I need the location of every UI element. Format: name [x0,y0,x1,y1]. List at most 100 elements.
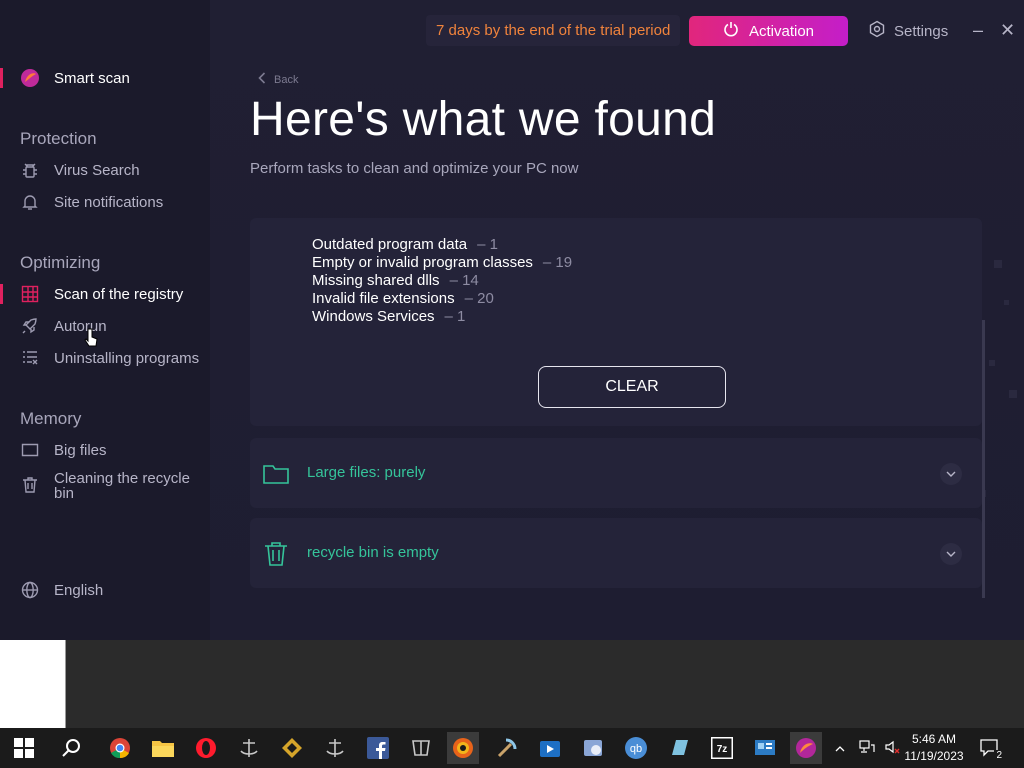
media-app-icon[interactable] [534,732,566,764]
recycle-bin-row[interactable]: recycle bin is empty [250,518,982,588]
issue-count: – 1 [477,236,498,253]
rocket-icon [20,316,40,336]
sidebar-item-label: Scan of the registry [54,285,184,303]
photo-app-icon[interactable] [577,732,609,764]
chevron-down-icon[interactable] [940,463,962,485]
page-subtitle: Perform tasks to clean and optimize your… [250,160,579,177]
desktop-area [0,640,1024,728]
sidebar-item-smart-scan[interactable]: Smart scan [20,68,130,88]
clear-button[interactable]: CLEAR [538,366,726,408]
back-link[interactable]: Back [258,72,298,87]
large-files-row[interactable]: Large files: purely [250,438,982,508]
system-tray [832,728,906,768]
notes-app-icon[interactable] [663,732,695,764]
sidebar-item-cleaning-recycle-bin[interactable]: Cleaning the recycle bin [20,471,190,501]
sidebar-item-big-files[interactable]: Big files [20,440,107,460]
facebook-icon[interactable] [362,732,394,764]
page-title: Here's what we found [250,93,717,146]
issue-name: Invalid file extensions [312,290,455,307]
world-of-warships-2-icon[interactable] [319,732,351,764]
sidebar-item-label: Big files [54,441,107,459]
registry-results-card: Outdated program data – 1 Empty or invali… [250,218,982,426]
windows-start-icon[interactable] [8,732,40,764]
issue-count: – 19 [542,254,573,271]
back-label: Back [274,73,299,86]
sidebar-item-label: Uninstalling programs [54,349,200,367]
issue-row: Outdated program data – 1 [312,236,572,254]
sidebar-item-uninstalling-programs[interactable]: Uninstalling programs [20,348,199,368]
language-label: English [54,581,104,599]
control-panel-icon[interactable] [749,732,781,764]
issue-row: Missing shared dlls – 14 [312,272,572,290]
notification-center-icon[interactable]: 2 [974,732,1006,764]
game-app-icon[interactable] [276,732,308,764]
trash-icon [20,475,40,495]
folder-icon [20,440,40,460]
svg-text:qb: qb [630,743,642,755]
chevron-down-icon[interactable] [940,543,962,565]
cleaner-app-icon[interactable] [790,732,822,764]
issue-name: Missing shared dlls [312,272,440,289]
issue-name: Empty or invalid program classes [312,254,533,271]
clock[interactable]: 5:46 AM 11/19/2023 [902,731,966,765]
clock-date: 11/19/2023 [904,749,964,763]
issue-row: Windows Services – 1 [312,308,572,326]
globe-icon [20,580,40,600]
network-icon[interactable] [854,739,880,757]
chevron-left-icon [258,72,266,87]
label-line: Cleaning the recycle [54,470,190,487]
pickaxe-app-icon[interactable] [491,732,523,764]
minimize-button[interactable]: – [973,20,983,40]
app-logo-icon [20,68,40,88]
sidebar-item-label: Cleaning the recycle bin [54,471,190,501]
settings-label: Settings [894,22,949,40]
activation-label: Activation [748,22,815,40]
issue-name: Windows Services [312,308,435,325]
issue-row: Invalid file extensions – 20 [312,290,572,308]
file-explorer-icon[interactable] [147,732,179,764]
registry-grid-icon [20,284,40,304]
qbittorrent-icon[interactable]: qb [620,732,652,764]
sidebar-item-label: Site notifications [54,193,164,211]
trial-notice[interactable]: 7 days by the end of the trial period [426,15,681,46]
issue-list: Outdated program data – 1 Empty or invali… [312,236,572,326]
issue-count: – 20 [464,290,494,307]
background-window [0,640,66,728]
section-heading-optimizing: Optimizing [20,253,101,272]
close-button[interactable]: ✕ [1000,20,1015,40]
issue-name: Outdated program data [312,236,468,253]
7zip-icon[interactable]: 7z [706,732,738,764]
issue-count: – 14 [449,272,479,289]
search-icon[interactable] [56,732,88,764]
world-of-tanks-icon[interactable] [405,732,437,764]
browser-app-icon[interactable] [447,732,479,764]
power-icon [723,21,739,41]
scrollbar[interactable] [982,320,985,598]
app-window: Smart scan Protection Virus Search Site … [0,0,1024,640]
clock-time: 5:46 AM [911,732,957,746]
issue-row: Empty or invalid program classes – 19 [312,254,572,272]
trash-icon [262,540,290,568]
sidebar-item-scan-registry[interactable]: Scan of the registry [20,284,183,304]
notification-badge: 2 [994,750,1004,761]
large-files-label: Large files: purely [307,464,426,481]
settings-button[interactable]: Settings [868,20,948,42]
chevron-up-icon[interactable] [832,741,848,755]
section-heading-protection: Protection [20,129,97,148]
sidebar-item-virus-search[interactable]: Virus Search [20,160,140,180]
list-remove-icon [20,348,40,368]
chrome-icon[interactable] [104,732,136,764]
issue-count: – 1 [444,308,466,325]
language-selector[interactable]: English [20,580,103,600]
mouse-cursor-icon [84,328,98,347]
svg-text:7z: 7z [717,744,728,755]
sidebar: Smart scan Protection Virus Search Site … [0,0,210,640]
section-heading-memory: Memory [20,409,82,428]
world-of-warships-icon[interactable] [233,732,265,764]
sidebar-item-label: Smart scan [54,69,130,87]
activation-button[interactable]: Activation [689,16,848,46]
opera-icon[interactable] [190,732,222,764]
gear-icon [868,20,886,42]
sidebar-item-site-notifications[interactable]: Site notifications [20,192,163,212]
taskbar: qb 7z 5:46 AM 11/19/2023 2 [0,728,1024,768]
